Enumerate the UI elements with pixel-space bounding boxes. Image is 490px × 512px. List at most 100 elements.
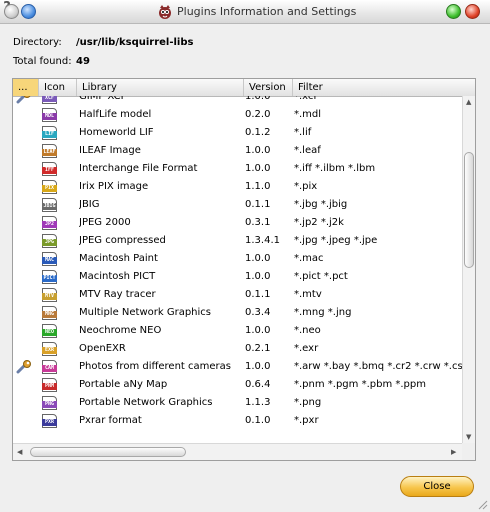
- scroll-right-icon[interactable]: ▶: [451, 448, 456, 456]
- vertical-scroll-thumb[interactable]: [464, 152, 474, 268]
- table-row[interactable]: LIF Homeworld LIF 0.1.2 *.lif: [13, 124, 462, 142]
- library-cell: JBIG: [79, 199, 100, 210]
- iff-format-icon: IFF: [42, 162, 57, 176]
- library-cell: Neochrome NEO: [79, 325, 162, 336]
- jp2-format-icon: JP2: [42, 216, 57, 230]
- table-row[interactable]: LEAF ILEAF Image 1.0.0 *.leaf: [13, 142, 462, 160]
- table-row[interactable]: PXR Pxrar format 0.1.0 *.pxr: [13, 412, 462, 430]
- filter-cell: *.mtv: [294, 289, 322, 300]
- filter-cell: *.leaf: [294, 145, 321, 156]
- mng-format-icon: MNG: [42, 306, 57, 320]
- configure-wrench-icon[interactable]: [16, 360, 33, 374]
- version-cell: 0.1.0: [245, 415, 271, 426]
- version-cell: 0.1.1: [245, 199, 271, 210]
- filter-cell: *.png: [294, 397, 322, 408]
- table-row[interactable]: CAM Photos from different cameras 1.0.0 *.a…: [13, 358, 462, 376]
- horizontal-scroll-thumb[interactable]: [30, 447, 186, 457]
- total-found-label: Total found:: [13, 56, 72, 67]
- close-window-button[interactable]: [465, 4, 480, 19]
- table-row[interactable]: MDL HalfLife model 0.2.0 *.mdl: [13, 106, 462, 124]
- column-header-version[interactable]: Version: [244, 79, 293, 96]
- library-cell: Portable aNy Map: [79, 379, 168, 390]
- pix-format-icon: PIX: [42, 180, 57, 194]
- table-row[interactable]: PIX Irix PIX image 1.1.0 *.pix: [13, 178, 462, 196]
- library-cell: Multiple Network Graphics: [79, 307, 211, 318]
- version-cell: 1.0.0: [245, 96, 271, 102]
- mtv-format-icon: MTV: [42, 288, 57, 302]
- column-header-config[interactable]: ...: [13, 79, 39, 96]
- version-cell: 1.3.4.1: [245, 235, 280, 246]
- filter-cell: *.lif: [294, 127, 312, 138]
- configure-wrench-icon[interactable]: [16, 96, 33, 104]
- version-cell: 1.0.0: [245, 271, 271, 282]
- version-cell: 1.0.0: [245, 253, 271, 264]
- cam-format-icon: CAM: [42, 360, 57, 374]
- version-cell: 0.3.1: [245, 217, 271, 228]
- table-row[interactable]: JP2 JPEG 2000 0.3.1 *.jp2 *.j2k: [13, 214, 462, 232]
- list-rows: XCF GIMP XCF 1.0.0 *.xcf MDL HalfLife model 0.…: [13, 96, 462, 443]
- scroll-up-icon[interactable]: ▲: [466, 98, 471, 106]
- version-cell: 1.1.3: [245, 397, 271, 408]
- table-row[interactable]: NEO Neochrome NEO 1.0.0 *.neo: [13, 322, 462, 340]
- filter-cell: *.arw *.bay *.bmq *.cr2 *.crw *.cs1: [294, 361, 462, 372]
- library-cell: OpenEXR: [79, 343, 126, 354]
- version-cell: 0.3.4: [245, 307, 271, 318]
- library-cell: HalfLife model: [79, 109, 152, 120]
- png-format-icon: PNG: [42, 396, 57, 410]
- filter-cell: *.neo: [294, 325, 321, 336]
- table-row[interactable]: IFF Interchange File Format 1.0.0 *.iff *.i…: [13, 160, 462, 178]
- pnm-format-icon: PNM: [42, 378, 57, 392]
- neo-format-icon: NEO: [42, 324, 57, 338]
- scroll-left-icon[interactable]: ◀: [17, 448, 22, 456]
- column-header-icon[interactable]: Icon: [39, 79, 77, 96]
- table-row[interactable]: PNG Portable Network Graphics 1.1.3 *.png: [13, 394, 462, 412]
- filter-cell: *.jpg *.jpeg *.jpe: [294, 235, 378, 246]
- filter-cell: *.jbg *.jbig: [294, 199, 348, 210]
- filter-cell: *.pict *.pct: [294, 271, 348, 282]
- title-bar[interactable]: Plugins Information and Settings ?: [0, 0, 490, 24]
- library-cell: JPEG compressed: [79, 235, 166, 246]
- ksquirrel-app-icon: [159, 5, 171, 19]
- window-menu-button[interactable]: [4, 4, 19, 19]
- version-cell: 0.1.1: [245, 289, 271, 300]
- scroll-down-icon[interactable]: ▼: [466, 433, 471, 441]
- table-row[interactable]: JBIG JBIG 0.1.1 *.jbg *.jbig: [13, 196, 462, 214]
- table-row[interactable]: PNM Portable aNy Map 0.6.4 *.pnm *.pgm *.pb…: [13, 376, 462, 394]
- table-row[interactable]: EXR OpenEXR 0.2.1 *.exr: [13, 340, 462, 358]
- filter-cell: *.pxr: [294, 415, 319, 426]
- jbig-format-icon: JBIG: [42, 198, 57, 212]
- lif-format-icon: LIF: [42, 126, 57, 140]
- column-header-library[interactable]: Library: [77, 79, 244, 96]
- table-row[interactable]: MAC Macintosh Paint 1.0.0 *.mac: [13, 250, 462, 268]
- sticky-button[interactable]: [21, 4, 36, 19]
- version-cell: 1.0.0: [245, 145, 271, 156]
- table-row[interactable]: JPG JPEG compressed 1.3.4.1 *.jpg *.jpeg *.…: [13, 232, 462, 250]
- library-cell: Macintosh PICT: [79, 271, 156, 282]
- library-cell: ILEAF Image: [79, 145, 141, 156]
- scrollbar-corner: [462, 443, 475, 460]
- table-row[interactable]: MNG Multiple Network Graphics 0.3.4 *.mng *…: [13, 304, 462, 322]
- vertical-scrollbar[interactable]: ▲ ▼: [462, 96, 475, 443]
- horizontal-scrollbar[interactable]: ◀ ▶: [13, 443, 462, 460]
- filter-cell: *.xcf: [294, 96, 317, 102]
- version-cell: 1.0.0: [245, 361, 271, 372]
- mac-format-icon: MAC: [42, 252, 57, 266]
- resize-grip-icon[interactable]: [476, 498, 488, 510]
- version-cell: 0.1.2: [245, 127, 271, 138]
- plugins-list[interactable]: ... Icon Library Version Filter XCF GIMP …: [12, 78, 476, 461]
- close-button[interactable]: Close: [400, 476, 474, 497]
- maximize-button[interactable]: [446, 4, 461, 19]
- leaf-format-icon: LEAF: [42, 144, 57, 158]
- table-row[interactable]: XCF GIMP XCF 1.0.0 *.xcf: [13, 96, 462, 106]
- table-row[interactable]: PICT Macintosh PICT 1.0.0 *.pict *.pct: [13, 268, 462, 286]
- filter-cell: *.pnm *.pgm *.pbm *.ppm: [294, 379, 426, 390]
- library-cell: Macintosh Paint: [79, 253, 158, 264]
- library-cell: Interchange File Format: [79, 163, 198, 174]
- column-header-filter[interactable]: Filter: [293, 79, 475, 96]
- list-header: ... Icon Library Version Filter: [13, 79, 475, 97]
- library-cell: Irix PIX image: [79, 181, 149, 192]
- table-row[interactable]: MTV MTV Ray tracer 0.1.1 *.mtv: [13, 286, 462, 304]
- exr-format-icon: EXR: [42, 342, 57, 356]
- filter-cell: *.mdl: [294, 109, 322, 120]
- filter-cell: *.iff *.ilbm *.lbm: [294, 163, 376, 174]
